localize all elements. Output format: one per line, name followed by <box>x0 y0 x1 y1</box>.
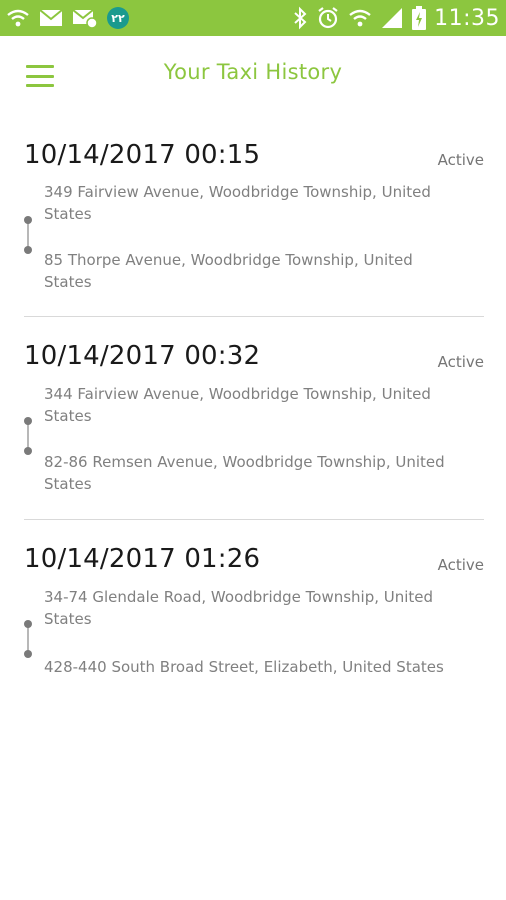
trip-datetime: 10/14/2017 01:26 <box>24 544 261 574</box>
wifi-icon <box>348 7 372 29</box>
menu-icon-line <box>26 84 54 87</box>
wifi-call-icon <box>6 7 30 29</box>
trip-status: Active <box>437 151 484 169</box>
trip-list: 10/14/2017 00:15 Active 349 Fairview Ave… <box>0 140 506 690</box>
signal-icon <box>380 7 404 29</box>
trip-card[interactable]: 10/14/2017 00:15 Active 349 Fairview Ave… <box>24 140 484 317</box>
mail-icon <box>39 8 63 28</box>
trip-status: Active <box>437 353 484 371</box>
status-bar: ٢٢ 11:35 <box>0 0 506 36</box>
notification-badge: ٢٢ <box>107 7 129 29</box>
trip-status: Active <box>437 556 484 574</box>
pickup-address: 344 Fairview Avenue, Woodbridge Township… <box>44 385 431 425</box>
dropoff-address: 428-440 South Broad Street, Elizabeth, U… <box>44 658 444 676</box>
bluetooth-icon <box>292 6 308 30</box>
route-connector-icon <box>24 417 32 455</box>
status-time: 11:35 <box>434 5 500 31</box>
dropoff-address: 82-86 Remsen Avenue, Woodbridge Township… <box>44 453 445 493</box>
trip-datetime: 10/14/2017 00:15 <box>24 140 261 170</box>
pickup-address: 34-74 Glendale Road, Woodbridge Township… <box>44 588 434 628</box>
mail-settings-icon <box>72 7 98 29</box>
trip-datetime: 10/14/2017 00:32 <box>24 341 261 371</box>
trip-card[interactable]: 10/14/2017 01:26 Active 34-74 Glendale R… <box>24 520 484 690</box>
app-bar: Your Taxi History <box>0 36 506 116</box>
dropoff-address: 85 Thorpe Avenue, Woodbridge Township, U… <box>44 251 413 291</box>
battery-charging-icon <box>412 6 427 30</box>
route-connector-icon <box>24 216 32 254</box>
route-connector-icon <box>24 620 32 658</box>
page-title: Your Taxi History <box>163 60 343 84</box>
notification-icons: ٢٢ <box>6 7 129 29</box>
trip-card[interactable]: 10/14/2017 00:32 Active 344 Fairview Ave… <box>24 317 484 520</box>
alarm-icon <box>316 6 340 30</box>
pickup-address: 349 Fairview Avenue, Woodbridge Township… <box>44 183 431 223</box>
system-icons: 11:35 <box>292 6 500 31</box>
